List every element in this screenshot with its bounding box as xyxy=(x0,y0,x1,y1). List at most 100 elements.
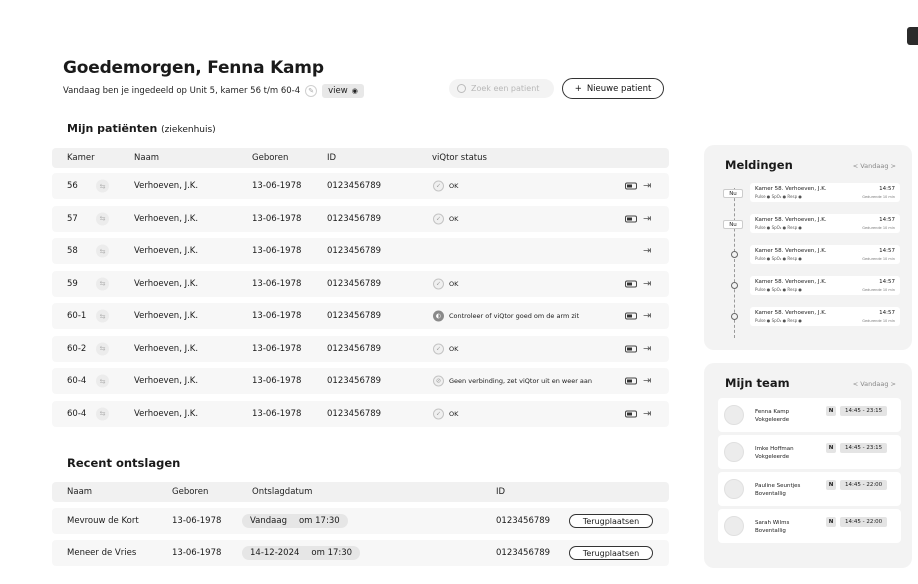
discharge-icon[interactable]: ⇥ xyxy=(643,213,651,224)
restore-button[interactable]: Terugplaatsen xyxy=(569,546,653,560)
discharge-date-pill: 14-12-2024 om 17:30 xyxy=(242,546,361,560)
check-icon: ✓ xyxy=(433,213,444,224)
discharge-icon[interactable]: ⇥ xyxy=(643,246,651,257)
patient-row[interactable]: 58 ⇆ Verhoeven, J.K. 13-06-1978 0123456789 ⇥ xyxy=(52,238,669,264)
swap-room-icon[interactable]: ⇆ xyxy=(96,179,109,193)
swap-room-icon[interactable]: ⇆ xyxy=(96,244,109,258)
discharge-icon[interactable]: ⇥ xyxy=(643,181,651,192)
swap-room-icon[interactable]: ⇆ xyxy=(96,277,109,290)
swap-room-icon[interactable]: ⇆ xyxy=(96,212,109,225)
notification-time: 14:57 xyxy=(879,248,895,254)
viqtor-status: Controleer of viQtor goed om de arm zit xyxy=(449,312,580,320)
shift-badge: N xyxy=(826,480,836,490)
shift-badge: N xyxy=(826,517,836,527)
patient-row[interactable]: 56 ⇆ Verhoeven, J.K. 13-06-1978 0123456789 ✓ O… xyxy=(52,173,669,199)
patient-row[interactable]: 60-4 ⇆ Verhoeven, J.K. 13-06-1978 0123456789… xyxy=(52,400,669,427)
discharge-icon[interactable]: ⇥ xyxy=(643,343,651,354)
check-icon: ✓ xyxy=(433,278,444,289)
room-number: 57 xyxy=(67,213,78,224)
patient-row[interactable]: 57 ⇆ Verhoeven, J.K. 13-06-1978 0123456789 ✓ O… xyxy=(52,205,669,232)
team-member-info: Sarah Wilms Boventallig xyxy=(755,519,789,535)
room-number: 60-4 xyxy=(67,376,87,386)
patient-id: 0123456789 xyxy=(327,278,382,289)
notification-vitals: Pulse ● SpO₂ ● Resp ● xyxy=(755,256,802,261)
notification-time: 14:57 xyxy=(879,310,895,316)
notifications-date-nav[interactable]: < Vandaag > xyxy=(853,162,896,170)
swap-room-icon[interactable]: ⇆ xyxy=(96,374,109,388)
discharge-icon[interactable]: ⇥ xyxy=(643,376,651,387)
patient-id: 0123456789 xyxy=(327,213,382,224)
discharge-icon[interactable]: ⇥ xyxy=(643,278,651,289)
notification-duration: Gedurende 10 min xyxy=(862,195,895,199)
new-patient-label: Nieuwe patient xyxy=(586,83,652,94)
viqtor-status: OK xyxy=(449,344,459,353)
birth-date: 13-06-1978 xyxy=(252,343,302,354)
patient-id: 0123456789 xyxy=(327,246,382,256)
patient-row[interactable]: 60-1 ⇆ Verhoeven, J.K. 13-06-1978 0123456789… xyxy=(52,303,669,329)
notification-item[interactable]: Kamer 58. Verhoeven, J.K. 14:57 Pulse ● Sp… xyxy=(750,245,900,264)
room-number: 60-4 xyxy=(67,408,87,419)
notification-duration: Gedurende 10 min xyxy=(862,319,895,323)
room-number: 60-1 xyxy=(67,311,87,321)
notification-item[interactable]: Kamer 58. Verhoeven, J.K. 14:57 Pulse ● Sp… xyxy=(750,214,900,233)
col-born: Geboren xyxy=(252,153,289,163)
view-button[interactable]: view ◉ xyxy=(322,84,364,98)
search-placeholder: Zoek een patient xyxy=(471,84,540,93)
shift-time: 14:45 - 23:15 xyxy=(840,406,888,416)
room-number: 58 xyxy=(67,246,78,256)
team-member-card[interactable]: Pauline Seuntjes Boventallig N 14:45 - 22:0… xyxy=(718,472,901,506)
swap-room-icon[interactable]: ⇆ xyxy=(96,309,109,323)
side-panel-toggle[interactable] xyxy=(907,27,918,45)
check-icon: ✓ xyxy=(433,180,444,192)
notification-item[interactable]: Kamer 58. Verhoeven, J.K. 14:57 Pulse ● Sp… xyxy=(750,307,900,326)
timeline-dot xyxy=(731,282,738,289)
team-member-info: Imke Hoffman Vokgeleerde xyxy=(755,445,794,461)
notification-title: Kamer 58. Verhoeven, J.K. xyxy=(755,248,827,254)
patient-name: Verhoeven, J.K. xyxy=(134,376,199,386)
patient-name: Verhoeven, J.K. xyxy=(134,408,199,419)
shift-time: 14:45 - 23:15 xyxy=(840,443,888,453)
notification-duration: Gedurende 10 min xyxy=(862,226,895,230)
notification-item[interactable]: Kamer 58. Verhoeven, J.K. 14:57 Pulse ● Sp… xyxy=(750,183,900,202)
col-name: Naam xyxy=(67,487,93,497)
patient-name: Meneer de Vries xyxy=(67,548,137,558)
new-patient-button[interactable]: + Nieuwe patient xyxy=(562,78,664,99)
discharge-icon[interactable]: ⇥ xyxy=(643,311,651,322)
restore-button[interactable]: Terugplaatsen xyxy=(569,514,653,528)
search-input[interactable]: Zoek een patient xyxy=(449,79,554,98)
notifications-title: Meldingen xyxy=(725,158,793,172)
team-title: Mijn team xyxy=(725,376,790,390)
team-member-card[interactable]: Sarah Wilms Boventallig N 14:45 - 22:00 xyxy=(718,509,901,543)
notification-vitals: Pulse ● SpO₂ ● Resp ● xyxy=(755,318,802,323)
team-member-card[interactable]: Imke Hoffman Vokgeleerde N 14:45 - 23:15 xyxy=(718,435,901,469)
discharge-icon[interactable]: ⇥ xyxy=(643,408,651,419)
birth-date: 13-06-1978 xyxy=(252,311,302,321)
patient-name: Verhoeven, J.K. xyxy=(134,278,199,289)
patient-row[interactable]: 59 ⇆ Verhoeven, J.K. 13-06-1978 0123456789 ✓ O… xyxy=(52,270,669,297)
discharge-time: om 17:30 xyxy=(298,516,340,526)
swap-room-icon[interactable]: ⇆ xyxy=(96,342,109,355)
discharge-date-pill: Vandaag om 17:30 xyxy=(242,514,348,528)
viqtor-status: Geen verbinding, zet viQtor uit en weer … xyxy=(449,377,593,385)
pencil-icon[interactable]: ✎ xyxy=(305,85,318,97)
team-date-nav[interactable]: < Vandaag > xyxy=(853,380,896,388)
swap-room-icon[interactable]: ⇆ xyxy=(96,407,109,420)
timeline-dot xyxy=(731,313,738,320)
birth-date: 13-06-1978 xyxy=(172,548,222,558)
discharged-table-header: Naam Geboren Ontslagdatum ID xyxy=(52,482,669,502)
assignment-text: Vandaag ben je ingedeeld op Unit 5, kame… xyxy=(63,86,301,96)
patient-id: 0123456789 xyxy=(327,181,382,191)
team-panel: Mijn team < Vandaag > Fenna Kamp Vokgelee… xyxy=(704,363,912,568)
notification-item[interactable]: Kamer 58. Verhoeven, J.K. 14:57 Pulse ● Sp… xyxy=(750,276,900,295)
team-member-card[interactable]: Fenna Kamp Vokgeleerde N 14:45 - 23:15 xyxy=(718,398,901,432)
team-member-name: Imke Hoffman xyxy=(755,446,794,452)
col-born: Geboren xyxy=(172,487,209,497)
patient-row[interactable]: 60-2 ⇆ Verhoeven, J.K. 13-06-1978 0123456789… xyxy=(52,335,669,362)
patient-row[interactable]: 60-4 ⇆ Verhoeven, J.K. 13-06-1978 0123456789… xyxy=(52,368,669,394)
team-member-name: Fenna Kamp xyxy=(755,409,790,415)
page-title: Goedemorgen, Fenna Kamp xyxy=(63,58,324,78)
check-icon: ✓ xyxy=(433,343,444,354)
notification-time: 14:57 xyxy=(879,217,895,223)
patient-id: 0123456789 xyxy=(327,311,382,321)
discharge-date: Vandaag xyxy=(250,516,287,526)
